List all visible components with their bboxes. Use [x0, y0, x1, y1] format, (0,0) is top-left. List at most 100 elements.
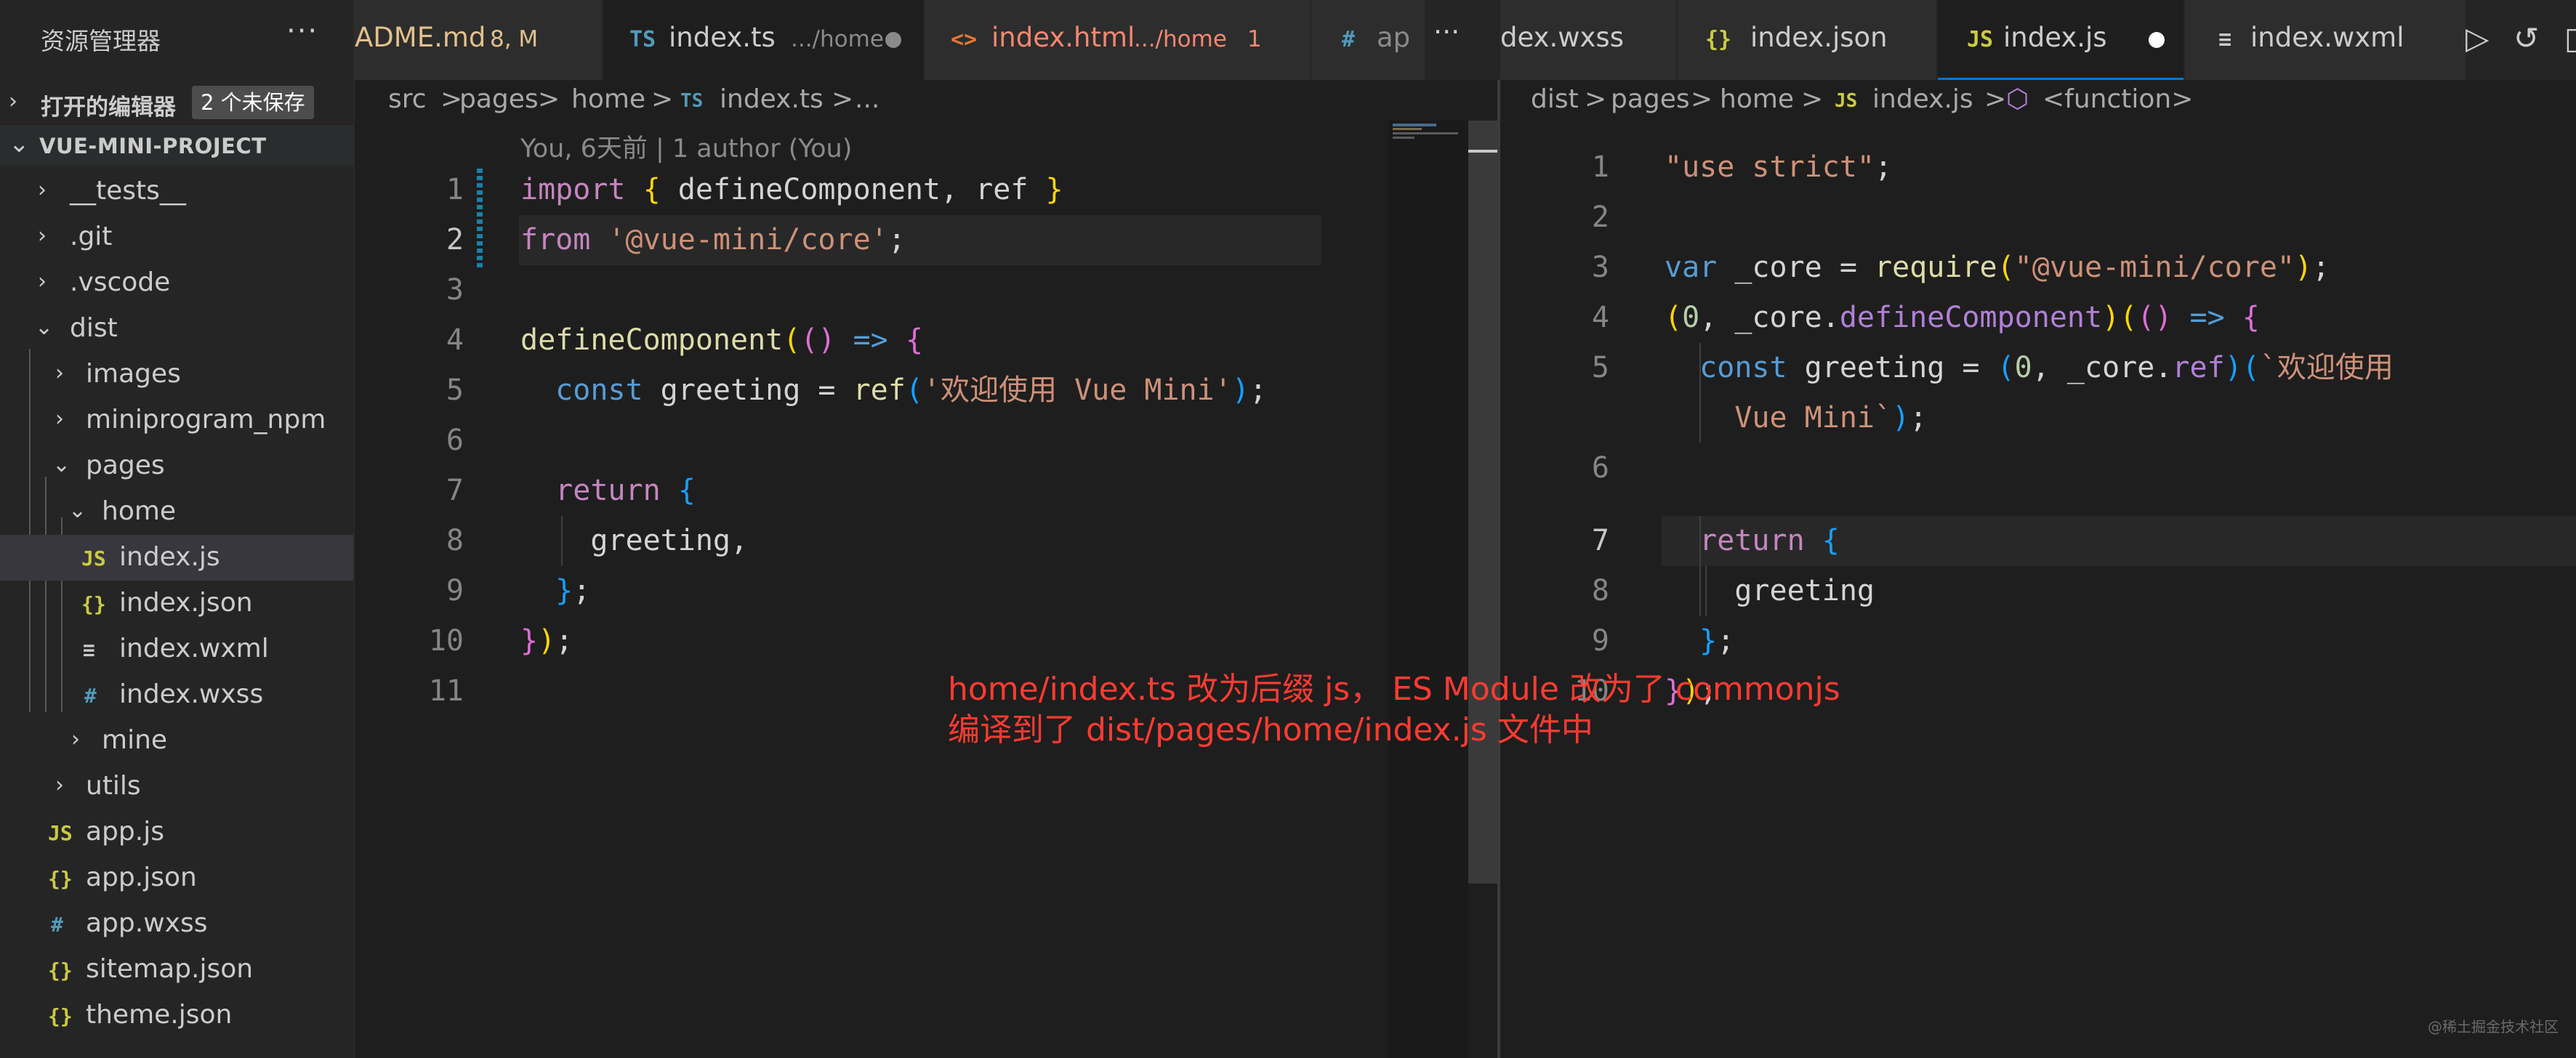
tree-item-label: index.wxml: [119, 634, 269, 663]
tree-item-label: app.json: [86, 863, 197, 892]
line-number: 6: [1591, 451, 1609, 485]
timeline-icon[interactable]: ↺: [2513, 20, 2539, 56]
chevron-down-icon: ⌄: [35, 315, 54, 340]
breadcrumb-item[interactable]: ...: [855, 84, 880, 114]
code-line: greeting: [1665, 574, 1875, 607]
tab-index-wxss[interactable]: dex.wxss: [1500, 0, 1678, 80]
tab-readme[interactable]: ADME.md 8, M: [355, 0, 603, 80]
more-tabs-icon[interactable]: ···: [1433, 16, 1460, 48]
tab-label: index.wxml: [2250, 22, 2404, 53]
run-icon[interactable]: ▷: [2466, 20, 2489, 56]
js-file-icon: JS: [81, 546, 106, 570]
open-editors-label: 打开的编辑器: [41, 94, 176, 121]
breadcrumb-item[interactable]: index.ts: [720, 84, 824, 114]
code-line: });: [520, 624, 573, 658]
minimap-line: [1393, 137, 1414, 139]
line-number: 5: [1591, 351, 1609, 384]
tab-label: index.html: [991, 22, 1135, 53]
wxss-file-icon: #: [1342, 27, 1356, 52]
explorer-sidebar: 资源管理器 ··· › 打开的编辑器 2 个未保存 ⌄ VUE-MINI-PRO…: [0, 0, 355, 1058]
tab-label: index.js: [2003, 22, 2107, 53]
chevron-right-icon: ›: [55, 406, 64, 432]
tree-item-pages[interactable]: ⌄ pages: [0, 443, 353, 489]
tree-item-index-wxss[interactable]: # index.wxss: [0, 672, 353, 718]
tree-item-home[interactable]: ⌄ home: [0, 489, 353, 535]
tree-item-label: mine: [102, 725, 168, 755]
left-editor-tabbar: ADME.md 8, M TS index.ts .../home <> ind…: [355, 0, 1500, 80]
left-tabs-overflow: ···: [1425, 0, 1500, 80]
right-breadcrumb: dist > pages > home > JS index.js > ⬡ <f…: [1500, 80, 2576, 121]
breadcrumb-separator: >: [1691, 84, 1713, 114]
breadcrumb-item[interactable]: <function>: [2042, 84, 2193, 114]
line-number: 8: [1591, 574, 1609, 607]
tree-item-label: dist: [70, 313, 118, 343]
json-file-icon: {}: [48, 958, 73, 982]
tree-item-miniprogram-npm[interactable]: › miniprogram_npm: [0, 397, 353, 443]
tree-item-label: .vscode: [70, 267, 171, 297]
split-editor-icon[interactable]: ▯: [2564, 20, 2576, 56]
tree-item-images[interactable]: › images: [0, 352, 353, 397]
right-editor[interactable]: 1 2 3 4 5 5 6 7 8 9 10 "use strict"; var…: [1500, 121, 2576, 1058]
tree-item-label: miniprogram_npm: [86, 405, 326, 435]
breadcrumb-separator: >: [1801, 84, 1824, 114]
tree-item-index-json[interactable]: {} index.json: [0, 581, 353, 626]
tree-item-app-json[interactable]: {} app.json: [0, 855, 353, 901]
code-line: from '@vue-mini/core';: [520, 223, 906, 257]
breadcrumb-item[interactable]: pages: [1611, 84, 1690, 114]
line-number: 10: [428, 624, 464, 658]
code-line: const greeting = ref('欢迎使用 Vue Mini');: [520, 373, 1267, 407]
more-actions-icon[interactable]: ···: [286, 15, 318, 48]
unsaved-dot-icon[interactable]: [885, 32, 901, 48]
tab-index-html[interactable]: <> index.html .../home 1: [925, 0, 1311, 80]
line-number: 2: [1591, 201, 1609, 234]
breadcrumb-item[interactable]: home: [571, 84, 645, 114]
tree-item-theme-json[interactable]: {} theme.json: [0, 993, 353, 1038]
scroll-position-marker: [1468, 150, 1497, 153]
project-name: VUE-MINI-PROJECT: [39, 134, 267, 158]
project-section-header[interactable]: ⌄ VUE-MINI-PROJECT: [0, 125, 353, 166]
tab-label: ADME.md: [355, 22, 486, 53]
breadcrumb-separator: >: [651, 84, 674, 114]
left-editor[interactable]: You, 6天前 | 1 author (You) 1 2 3 4 5 6 7 …: [355, 121, 1460, 1058]
line-number: 3: [446, 273, 464, 307]
tab-index-js[interactable]: JS index.js: [1938, 0, 2185, 80]
tree-item-tests[interactable]: › __tests__: [0, 169, 353, 214]
code-line: import { defineComponent, ref }: [520, 173, 1063, 206]
tab-badge: 8, M: [490, 26, 539, 52]
left-minimap[interactable]: [1388, 121, 1468, 1058]
json-file-icon: {}: [1705, 27, 1732, 52]
unsaved-dot-icon[interactable]: [2149, 32, 2165, 48]
tree-item-sitemap-json[interactable]: {} sitemap.json: [0, 947, 353, 993]
codelens-blame[interactable]: You, 6天前 | 1 author (You): [520, 128, 852, 165]
breadcrumb-item[interactable]: src: [388, 84, 427, 114]
tab-label: dex.wxss: [1500, 22, 1624, 53]
tree-item-git[interactable]: › .git: [0, 214, 353, 260]
tree-item-vscode[interactable]: › .vscode: [0, 260, 353, 306]
tab-index-wxml[interactable]: ≡ index.wxml: [2185, 0, 2467, 80]
tree-item-app-wxss[interactable]: # app.wxss: [0, 901, 353, 947]
tab-index-json[interactable]: {} index.json: [1678, 0, 1938, 80]
breadcrumb-separator: >: [538, 84, 560, 114]
breadcrumb-item[interactable]: index.js: [1872, 84, 1973, 114]
html-file-icon: <>: [951, 27, 978, 52]
chevron-down-icon: ⌄: [68, 498, 87, 523]
code-line: var _core = require("@vue-mini/core");: [1665, 251, 2330, 284]
tree-item-index-wxml[interactable]: ≡ index.wxml: [0, 626, 353, 672]
chevron-right-icon: ›: [38, 223, 47, 249]
tree-item-index-js[interactable]: JS index.js: [0, 535, 353, 581]
breadcrumb-item[interactable]: pages: [459, 84, 539, 114]
tree-item-dist[interactable]: ⌄ dist: [0, 306, 353, 352]
tree-item-app-js[interactable]: JS app.js: [0, 809, 353, 855]
breadcrumb-item[interactable]: home: [1720, 84, 1794, 114]
annotation-line-2: 编译到了 dist/pages/home/index.js 文件中: [948, 711, 1593, 748]
tree-item-label: pages: [86, 451, 165, 480]
tree-item-utils[interactable]: › utils: [0, 764, 353, 809]
tree-item-mine[interactable]: › mine: [0, 718, 353, 764]
wxml-file-icon: ≡: [83, 638, 95, 662]
tab-index-ts[interactable]: TS index.ts .../home: [603, 0, 925, 80]
breadcrumb-separator: >: [832, 84, 854, 114]
breadcrumb-item[interactable]: dist: [1531, 84, 1579, 114]
code-line: greeting,: [520, 524, 749, 557]
left-scrollbar[interactable]: [1468, 121, 1497, 884]
open-editors-section[interactable]: › 打开的编辑器 2 个未保存: [0, 80, 353, 125]
